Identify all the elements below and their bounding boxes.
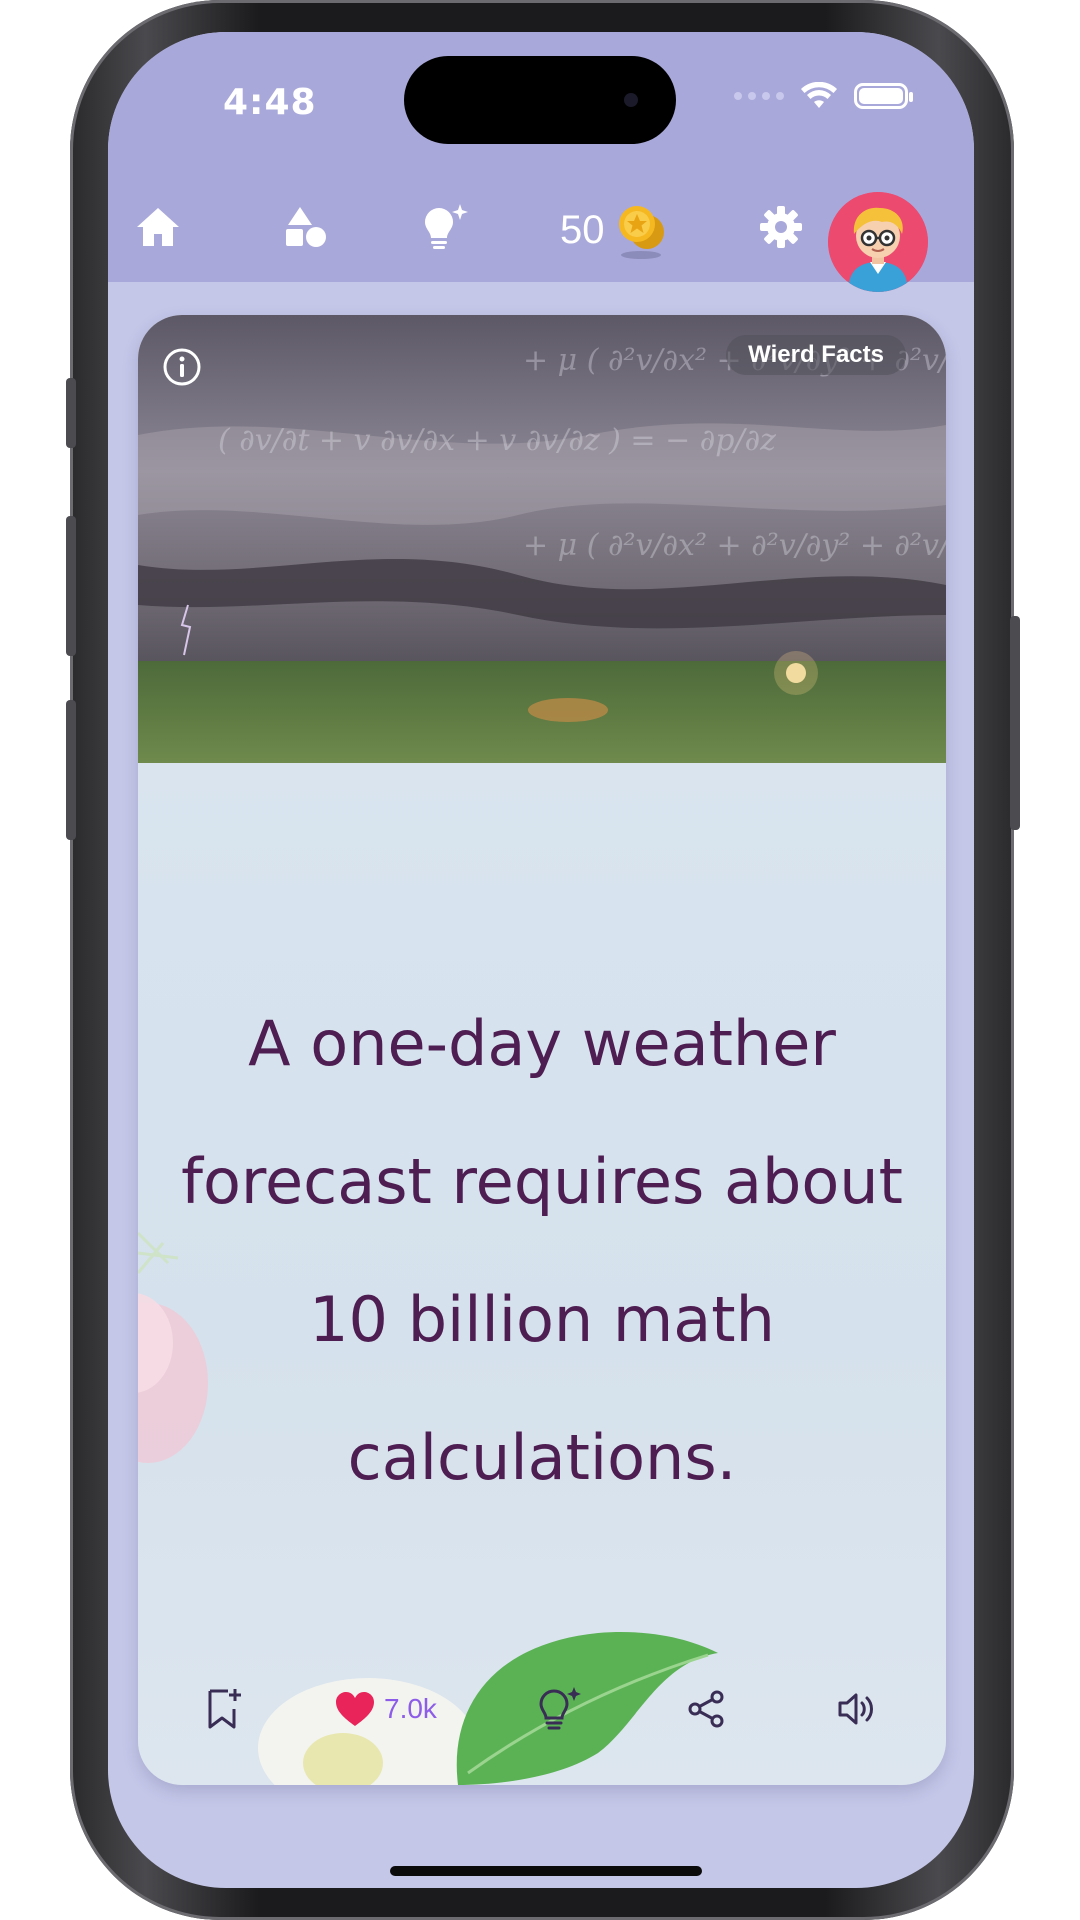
coin-count: 50 [560,207,605,252]
svg-text:+ μ ( ∂²v/∂x² + ∂²v/∂y² + ∂²v/: + μ ( ∂²v/∂x² + ∂²v/∂y² + ∂²v/∂z² ) + ρg [523,528,946,563]
like-button[interactable]: 7.0k [334,1681,437,1737]
svg-text:( ∂v/∂t + v ∂v/∂x + v ∂v/∂z ): ( ∂v/∂t + v ∂v/∂x + v ∂v/∂z ) = − ∂p/∂z [218,423,776,458]
fact-card[interactable]: + μ ( ∂²v/∂x² + ∂²v/∂y² + ∂²v/∂z² ) + ρg… [138,315,946,1785]
lightbulb-sparkle-icon[interactable] [414,197,474,257]
volume-down-button [66,700,76,840]
power-button [1010,616,1020,830]
dynamic-island [404,56,676,144]
home-indicator[interactable] [390,1866,702,1876]
phone-screen: 4:48 50 + μ (∂²v/∂x² ∂²v (∂v/∂t + v ∂v… [108,32,974,1888]
shapes-icon[interactable] [276,197,336,257]
like-count: 7.0k [384,1693,437,1724]
lightbulb-sparkle-icon[interactable] [536,1681,582,1737]
battery-icon [854,83,913,109]
heart-icon [336,1692,374,1726]
top-navbar: 50 [108,172,974,292]
avatar[interactable] [828,192,928,292]
info-icon[interactable] [162,347,202,387]
action-button [66,378,76,448]
status-time: 4:48 [223,82,317,123]
share-icon[interactable] [686,1681,726,1737]
speaker-icon[interactable] [836,1681,876,1737]
status-icons [734,82,913,110]
category-badge[interactable]: Wierd Facts [726,335,906,375]
volume-up-button [66,516,76,656]
wifi-icon [801,82,837,108]
storm-image: + μ ( ∂²v/∂x² + ∂²v/∂y² + ∂²v/∂z² ) + ρg… [138,315,946,763]
card-action-bar: 7.0k [138,1655,946,1785]
header: 4:48 50 [108,32,974,292]
gear-icon[interactable] [751,197,811,257]
cellular-signal-icon [734,92,784,100]
fact-text: A one-day weather forecast requires abou… [181,1007,903,1494]
home-icon[interactable] [128,197,188,257]
coin-icon [618,206,664,259]
coin-balance[interactable]: 50 [560,200,671,260]
bookmark-add-icon[interactable] [204,1681,244,1737]
